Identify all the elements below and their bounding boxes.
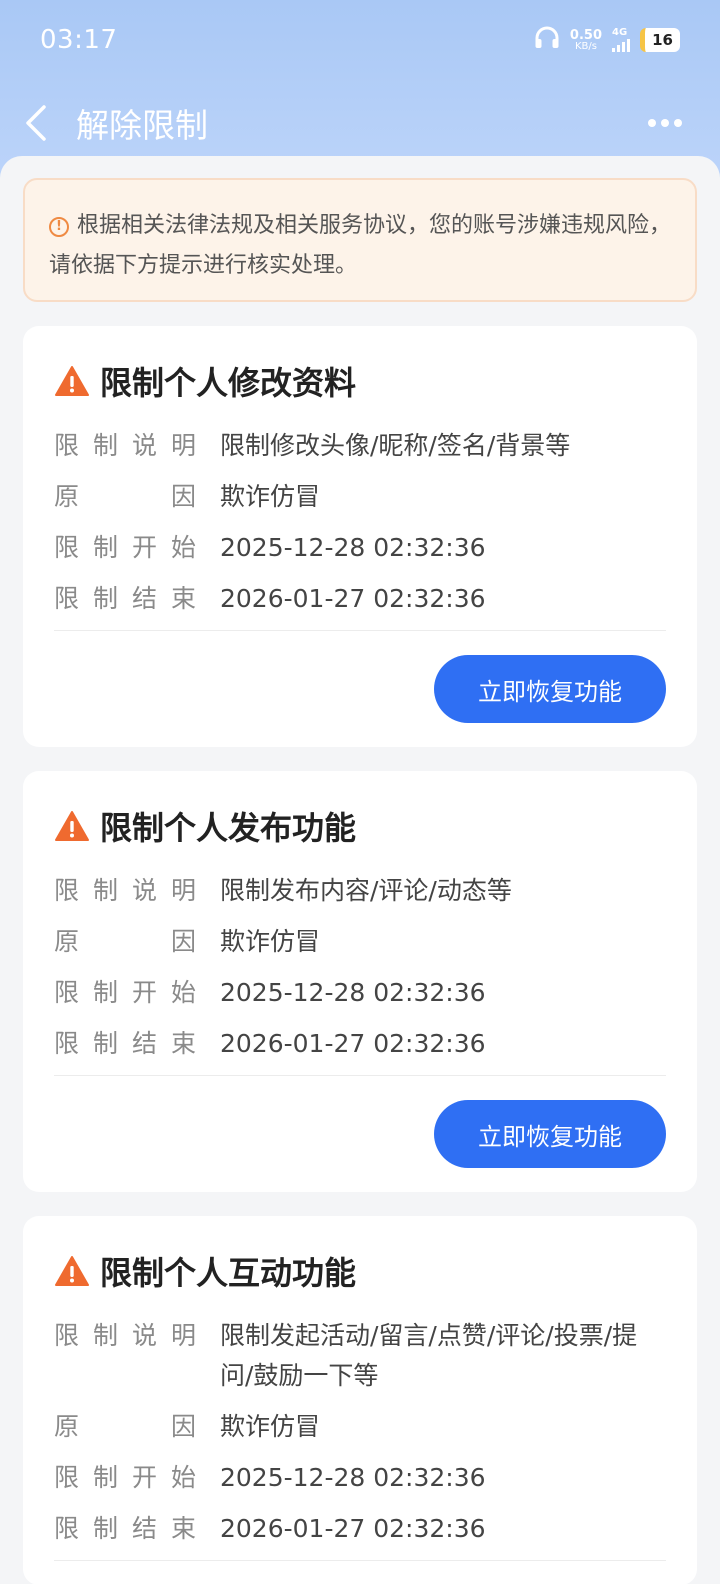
restriction-card-profile: 限制个人修改资料 限制说明 限制修改头像/昵称/签名/背景等 原因 欺诈仿冒 限… (23, 326, 697, 747)
warning-triangle-icon (55, 811, 89, 841)
headphones-icon (534, 26, 560, 54)
row-reason: 原因 欺诈仿冒 (54, 477, 666, 517)
row-description: 限制说明 限制修改头像/昵称/签名/背景等 (54, 426, 666, 466)
divider (54, 1560, 666, 1561)
card-details: 限制说明 限制发起活动/留言/点赞/评论/投票/提问/鼓励一下等 原因 欺诈仿冒… (54, 1316, 666, 1549)
status-bar: 03:17 0.50 KB/s 4G 16 (0, 0, 720, 80)
button-row: 立即恢复功能 (54, 1100, 666, 1168)
row-reason: 原因 欺诈仿冒 (54, 922, 666, 962)
notice-text: 根据相关法律法规及相关服务协议，您的账号涉嫌违规风险，请依据下方提示进行核实处理… (49, 213, 672, 278)
restore-function-button[interactable]: 立即恢复功能 (434, 1100, 666, 1168)
label-reason: 原因 (54, 482, 196, 511)
card-title: 限制个人发布功能 (54, 803, 666, 849)
card-title: 限制个人修改资料 (54, 358, 666, 404)
card-title: 限制个人互动功能 (54, 1248, 666, 1294)
label-end: 限制结束 (54, 1514, 196, 1543)
label-start: 限制开始 (54, 533, 196, 562)
label-start: 限制开始 (54, 1463, 196, 1492)
label-start: 限制开始 (54, 978, 196, 1007)
notice-banner: ! 根据相关法律法规及相关服务协议，您的账号涉嫌违规风险，请依据下方提示进行核实处… (23, 178, 697, 302)
row-end: 限制结束 2026-01-27 02:32:36 (54, 579, 666, 619)
value-description: 限制修改头像/昵称/签名/背景等 (220, 431, 571, 460)
value-description: 限制发布内容/评论/动态等 (220, 876, 512, 905)
label-description: 限制说明 (54, 1321, 196, 1350)
label-description: 限制说明 (54, 876, 196, 905)
value-end: 2026-01-27 02:32:36 (220, 584, 486, 613)
battery-level: 16 (640, 28, 680, 52)
row-end: 限制结束 2026-01-27 02:32:36 (54, 1509, 666, 1549)
restriction-card-publish: 限制个人发布功能 限制说明 限制发布内容/评论/动态等 原因 欺诈仿冒 限制开始… (23, 771, 697, 1192)
label-reason: 原因 (54, 927, 196, 956)
value-reason: 欺诈仿冒 (220, 482, 321, 511)
row-end: 限制结束 2026-01-27 02:32:36 (54, 1024, 666, 1064)
main-content: ! 根据相关法律法规及相关服务协议，您的账号涉嫌违规风险，请依据下方提示进行核实处… (0, 156, 720, 1584)
more-dots-icon[interactable] (648, 119, 696, 127)
signal-icon (612, 38, 630, 52)
network-speed: 0.50 KB/s (570, 29, 602, 52)
value-start: 2025-12-28 02:32:36 (220, 1463, 486, 1492)
status-icons: 0.50 KB/s 4G 16 (534, 26, 680, 54)
info-icon: ! (49, 217, 69, 237)
speed-unit: KB/s (574, 40, 597, 52)
restore-function-button[interactable]: 立即恢复功能 (434, 655, 666, 723)
value-start: 2025-12-28 02:32:36 (220, 978, 486, 1007)
label-description: 限制说明 (54, 431, 196, 460)
card-title-text: 限制个人互动功能 (100, 1254, 357, 1292)
warning-triangle-icon (55, 1256, 89, 1286)
row-start: 限制开始 2025-12-28 02:32:36 (54, 1458, 666, 1498)
label-end: 限制结束 (54, 584, 196, 613)
card-title-text: 限制个人修改资料 (100, 364, 357, 402)
value-start: 2025-12-28 02:32:36 (220, 533, 486, 562)
back-icon[interactable] (24, 101, 60, 145)
row-start: 限制开始 2025-12-28 02:32:36 (54, 528, 666, 568)
restriction-card-interaction: 限制个人互动功能 限制说明 限制发起活动/留言/点赞/评论/投票/提问/鼓励一下… (23, 1216, 697, 1584)
value-description: 限制发起活动/留言/点赞/评论/投票/提问/鼓励一下等 (220, 1321, 638, 1390)
label-reason: 原因 (54, 1412, 196, 1441)
speed-value: 0.50 (569, 27, 602, 43)
button-row: 立即恢复功能 (54, 655, 666, 723)
row-description: 限制说明 限制发布内容/评论/动态等 (54, 871, 666, 911)
row-description: 限制说明 限制发起活动/留言/点赞/评论/投票/提问/鼓励一下等 (54, 1316, 666, 1396)
label-end: 限制结束 (54, 1029, 196, 1058)
value-end: 2026-01-27 02:32:36 (220, 1514, 486, 1543)
divider (54, 630, 666, 631)
value-reason: 欺诈仿冒 (220, 1412, 321, 1441)
nav-bar: 解除限制 (0, 90, 720, 156)
value-reason: 欺诈仿冒 (220, 927, 321, 956)
signal-indicator: 4G (612, 28, 630, 52)
network-type: 4G (612, 27, 628, 38)
row-start: 限制开始 2025-12-28 02:32:36 (54, 973, 666, 1013)
page-title: 解除限制 (76, 106, 208, 145)
row-reason: 原因 欺诈仿冒 (54, 1407, 666, 1447)
card-details: 限制说明 限制修改头像/昵称/签名/背景等 原因 欺诈仿冒 限制开始 2025-… (54, 426, 666, 619)
divider (54, 1075, 666, 1076)
value-end: 2026-01-27 02:32:36 (220, 1029, 486, 1058)
card-details: 限制说明 限制发布内容/评论/动态等 原因 欺诈仿冒 限制开始 2025-12-… (54, 871, 666, 1064)
card-title-text: 限制个人发布功能 (100, 809, 357, 847)
warning-triangle-icon (55, 366, 89, 396)
status-time: 03:17 (40, 25, 118, 55)
